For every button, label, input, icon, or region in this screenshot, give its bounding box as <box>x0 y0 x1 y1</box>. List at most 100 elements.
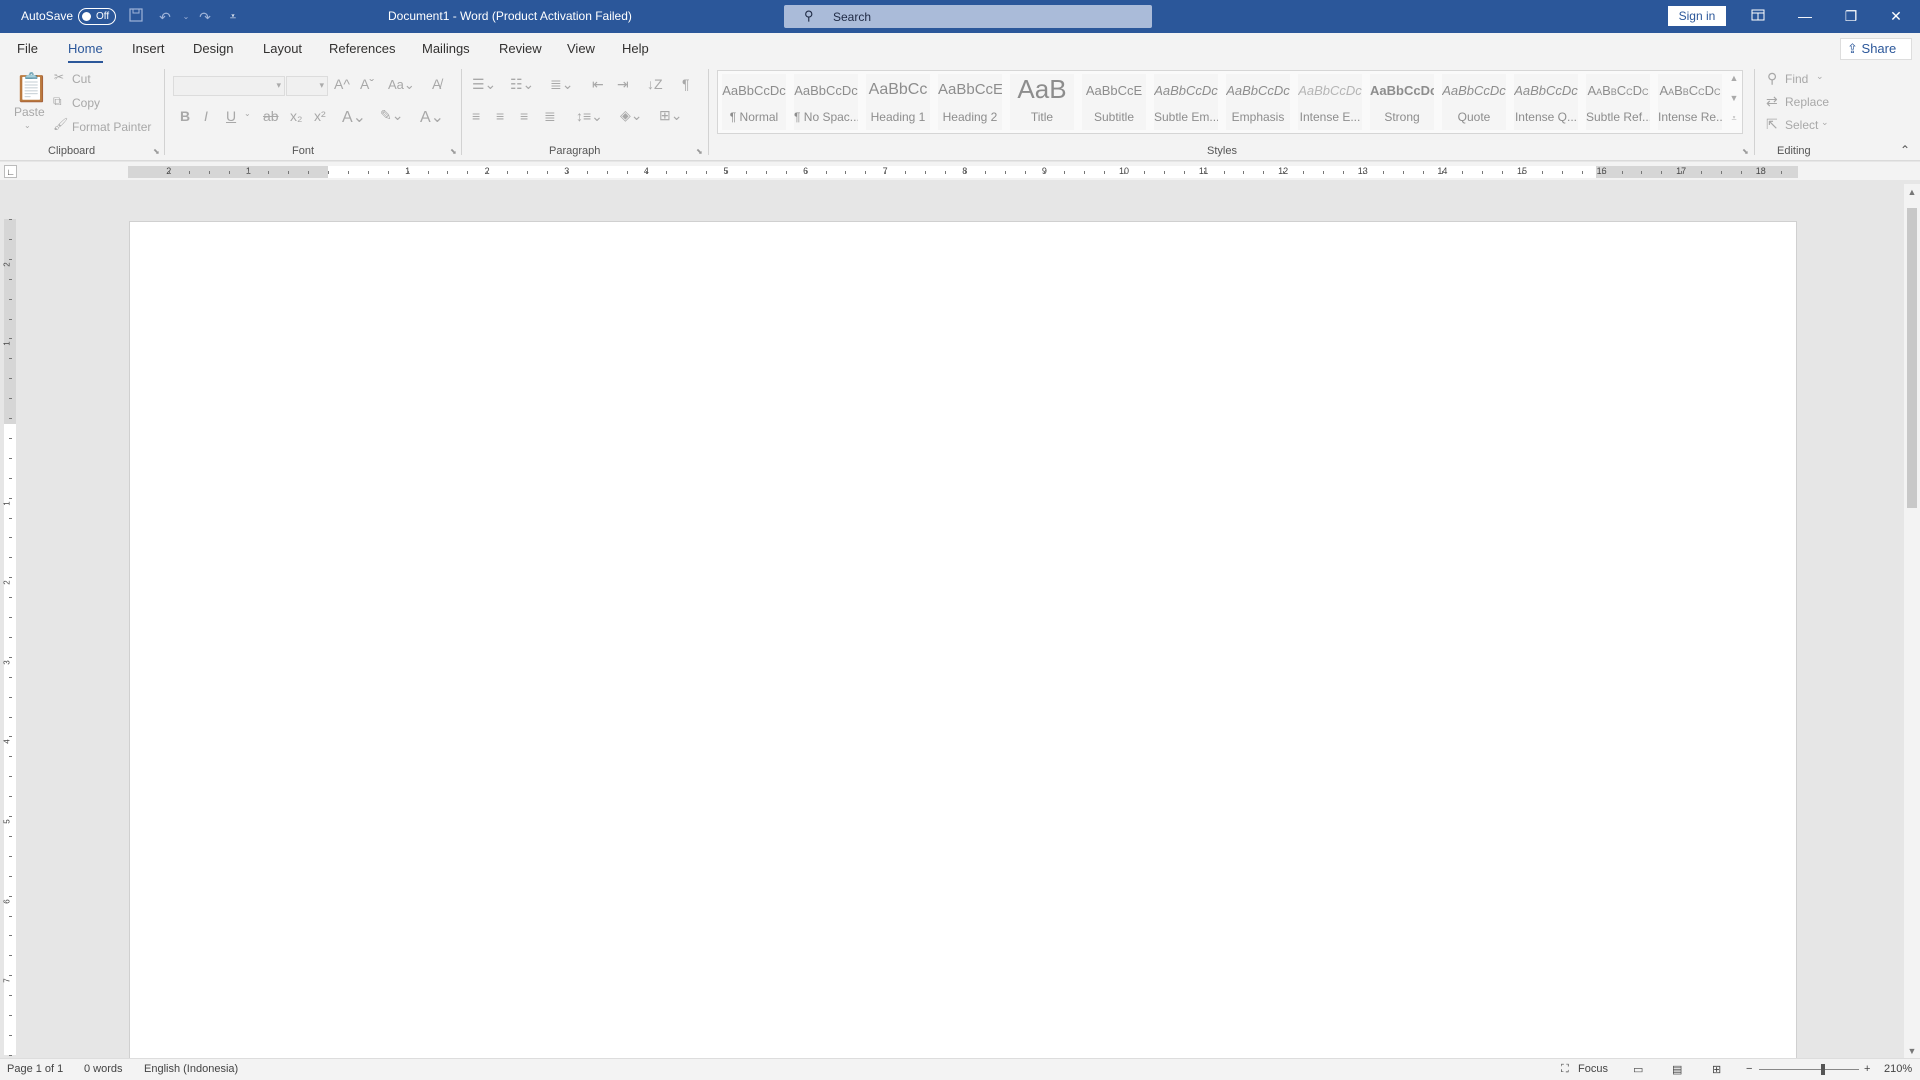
shading-icon[interactable]: ◈⌄ <box>620 107 643 124</box>
replace-button[interactable]: Replace <box>1785 95 1829 109</box>
line-spacing-icon[interactable]: ↕≡⌄ <box>576 108 603 125</box>
justify-icon[interactable]: ≣ <box>544 108 556 125</box>
align-left-icon[interactable]: ≡ <box>472 108 480 124</box>
search-box[interactable]: ⚲ Search <box>784 5 1152 28</box>
scroll-thumb[interactable] <box>1907 208 1917 508</box>
autosave-toggle[interactable]: Off <box>78 8 116 25</box>
change-case-icon[interactable]: Aa⌄ <box>388 77 415 93</box>
style-no-spacing[interactable]: AaBbCcDc ¶ No Spac... <box>794 74 858 130</box>
zoom-level[interactable]: 210% <box>1884 1063 1912 1075</box>
italic-icon[interactable]: I <box>204 108 208 124</box>
zoom-in-icon[interactable]: + <box>1864 1063 1870 1075</box>
highlight-color-icon[interactable]: ✎⌄ <box>380 107 403 124</box>
document-page[interactable] <box>129 221 1797 1061</box>
tab-insert[interactable]: Insert <box>132 41 165 56</box>
chevron-down-icon[interactable]: ⌄ <box>1816 71 1824 82</box>
print-layout-icon[interactable]: ▤ <box>1672 1063 1682 1076</box>
style-subtle-reference[interactable]: AaBbCcDc Subtle Ref... <box>1586 74 1650 130</box>
styles-more-icon[interactable]: ⩡ <box>1728 113 1740 124</box>
font-size-combo[interactable]: ▾ <box>286 76 328 96</box>
focus-button[interactable]: Focus <box>1578 1063 1608 1075</box>
page-count[interactable]: Page 1 of 1 <box>7 1063 63 1075</box>
tab-selector[interactable]: ∟ <box>4 165 17 178</box>
select-button[interactable]: Select <box>1785 118 1818 132</box>
style-emphasis[interactable]: AaBbCcDc Emphasis <box>1226 74 1290 130</box>
style-quote[interactable]: AaBbCcDc Quote <box>1442 74 1506 130</box>
paste-dropdown-icon[interactable]: ⌄ <box>24 121 31 130</box>
styles-scroll-up-icon[interactable]: ▲ <box>1728 73 1740 83</box>
decrease-indent-icon[interactable]: ⇤ <box>592 76 604 93</box>
superscript-icon[interactable]: x² <box>314 108 326 124</box>
minimize-icon[interactable]: — <box>1793 5 1817 27</box>
copy-button[interactable]: Copy <box>72 96 100 110</box>
style-normal[interactable]: AaBbCcDc ¶ Normal <box>722 74 786 130</box>
tab-layout[interactable]: Layout <box>263 41 302 56</box>
collapse-ribbon-icon[interactable]: ⌃ <box>1900 143 1910 157</box>
ribbon-display-options-icon[interactable] <box>1746 5 1770 27</box>
undo-icon[interactable]: ↶ <box>156 8 174 26</box>
tab-references[interactable]: References <box>329 41 395 56</box>
paragraph-launcher-icon[interactable]: ⬊ <box>696 147 703 156</box>
cut-button[interactable]: Cut <box>72 72 91 86</box>
clear-formatting-icon[interactable]: A̸ <box>432 76 441 92</box>
show-formatting-marks-icon[interactable]: ¶ <box>682 76 690 92</box>
borders-icon[interactable]: ⊞⌄ <box>659 107 682 124</box>
font-name-combo[interactable]: ▾ <box>173 76 285 96</box>
sort-icon[interactable]: ↓Z <box>647 76 663 92</box>
tab-home[interactable]: Home <box>68 41 103 63</box>
undo-dropdown-icon[interactable]: ⌄ <box>177 8 195 26</box>
strikethrough-icon[interactable]: ab <box>263 108 279 124</box>
styles-launcher-icon[interactable]: ⬊ <box>1742 147 1749 156</box>
style-intense-quote[interactable]: AaBbCcDc Intense Q... <box>1514 74 1578 130</box>
clipboard-launcher-icon[interactable]: ⬊ <box>153 147 160 156</box>
redo-icon[interactable]: ↷ <box>196 8 214 26</box>
sign-in-button[interactable]: Sign in <box>1668 6 1726 26</box>
language[interactable]: English (Indonesia) <box>144 1063 238 1075</box>
style-heading-1[interactable]: AaBbCc Heading 1 <box>866 74 930 130</box>
align-right-icon[interactable]: ≡ <box>520 108 528 124</box>
tab-mailings[interactable]: Mailings <box>422 41 470 56</box>
tab-help[interactable]: Help <box>622 41 649 56</box>
bullets-icon[interactable]: ☰⌄ <box>472 76 496 93</box>
web-layout-icon[interactable]: ⊞ <box>1712 1063 1721 1076</box>
text-effects-icon[interactable]: A⌄ <box>342 107 366 127</box>
style-subtle-emphasis[interactable]: AaBbCcDc Subtle Em... <box>1154 74 1218 130</box>
focus-icon[interactable]: ⛶ <box>1561 1063 1569 1076</box>
font-launcher-icon[interactable]: ⬊ <box>450 147 457 156</box>
vertical-ruler[interactable]: 2 1 1 2 3 4 5 6 7 <box>3 219 16 1056</box>
scroll-up-icon[interactable]: ▲ <box>1906 187 1918 197</box>
font-color-icon[interactable]: A⌄ <box>420 107 444 127</box>
customize-toolbar-icon[interactable]: ⩡ <box>224 8 242 26</box>
subscript-icon[interactable]: x₂ <box>290 108 302 124</box>
increase-indent-icon[interactable]: ⇥ <box>617 76 629 93</box>
style-title[interactable]: AaB Title <box>1010 74 1074 130</box>
vertical-scrollbar[interactable]: ▲ ▼ <box>1904 184 1920 1060</box>
close-icon[interactable]: ✕ <box>1884 5 1908 27</box>
grow-font-icon[interactable]: A^ <box>334 76 350 92</box>
share-button[interactable]: ⇪ Share <box>1840 38 1912 60</box>
style-heading-2[interactable]: AaBbCcE Heading 2 <box>938 74 1002 130</box>
horizontal-ruler[interactable]: 21123456789101112131415161718 <box>128 166 1798 178</box>
format-painter-button[interactable]: Format Painter <box>72 120 151 134</box>
bold-icon[interactable]: B <box>180 108 190 124</box>
zoom-slider[interactable] <box>1759 1069 1859 1070</box>
shrink-font-icon[interactable]: Aˇ <box>360 76 374 92</box>
zoom-slider-thumb[interactable] <box>1821 1064 1825 1075</box>
restore-icon[interactable]: ❐ <box>1839 5 1863 27</box>
chevron-down-icon[interactable]: ⌄ <box>244 109 251 118</box>
paste-icon[interactable]: 📋 <box>14 71 49 104</box>
tab-review[interactable]: Review <box>499 41 542 56</box>
style-intense-emphasis[interactable]: AaBbCcDc Intense E... <box>1298 74 1362 130</box>
underline-icon[interactable]: U <box>226 108 236 124</box>
find-button[interactable]: Find <box>1785 72 1808 86</box>
styles-scroll-down-icon[interactable]: ▼ <box>1728 93 1740 103</box>
zoom-out-icon[interactable]: − <box>1746 1063 1752 1075</box>
style-subtitle[interactable]: AaBbCcE Subtitle <box>1082 74 1146 130</box>
scroll-down-icon[interactable]: ▼ <box>1906 1046 1918 1056</box>
word-count[interactable]: 0 words <box>84 1063 123 1075</box>
read-mode-icon[interactable]: ▭ <box>1633 1063 1643 1076</box>
tab-view[interactable]: View <box>567 41 595 56</box>
paste-button[interactable]: Paste <box>14 105 45 119</box>
tab-file[interactable]: File <box>17 41 38 56</box>
align-center-icon[interactable]: ≡ <box>496 108 504 124</box>
